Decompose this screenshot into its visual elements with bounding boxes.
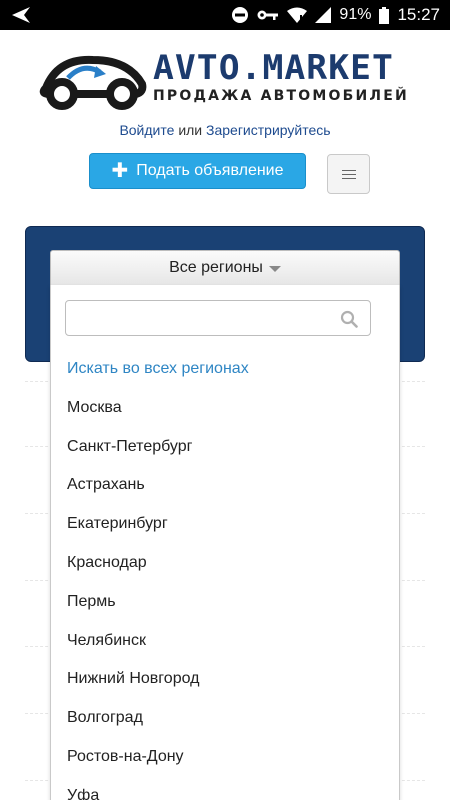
region-option[interactable]: Астрахань xyxy=(51,473,401,512)
region-option[interactable]: Санкт-Петербург xyxy=(51,435,401,474)
do-not-disturb-icon xyxy=(231,6,249,24)
page: 91% 15:27 AVTO.MARKET ПРОДАЖА АВТОМОБИЛЕ… xyxy=(0,0,450,800)
region-option[interactable]: Краснодар xyxy=(51,551,401,590)
region-dropdown-toggle[interactable]: Все регионы xyxy=(50,250,400,286)
plus-icon: ✚ xyxy=(111,160,129,182)
region-option-all[interactable]: Искать во всех регионах xyxy=(51,357,401,396)
region-option[interactable]: Уфа xyxy=(51,784,401,800)
region-option[interactable]: Екатеринбург xyxy=(51,512,401,551)
auth-or-text: или xyxy=(178,122,203,138)
auth-links: Войдите или Зарегистрируйтесь xyxy=(0,122,450,138)
login-link[interactable]: Войдите xyxy=(119,122,174,138)
post-ad-label: Подать объявление xyxy=(136,162,284,179)
key-icon xyxy=(257,8,279,22)
menu-button[interactable] xyxy=(327,154,370,194)
signal-icon xyxy=(315,7,332,23)
search-icon[interactable] xyxy=(340,310,358,328)
region-option[interactable]: Пермь xyxy=(51,590,401,629)
logo-subtitle: ПРОДАЖА АВТОМОБИЛЕЙ xyxy=(153,88,409,104)
logo-text: AVTO.MARKET ПРОДАЖА АВТОМОБИЛЕЙ xyxy=(153,48,418,104)
site-logo[interactable]: AVTO.MARKET ПРОДАЖА АВТОМОБИЛЕЙ xyxy=(38,48,418,114)
back-arrow-icon[interactable] xyxy=(10,5,34,25)
region-dropdown-menu: Искать во всех регионах Москва Санкт-Пет… xyxy=(50,285,400,800)
region-search-input[interactable] xyxy=(74,307,334,329)
caret-down-icon xyxy=(268,266,281,272)
clock: 15:27 xyxy=(397,5,440,24)
status-bar: 91% 15:27 xyxy=(0,0,450,30)
wifi-icon xyxy=(287,7,308,23)
region-option[interactable]: Москва xyxy=(51,396,401,435)
region-option[interactable]: Ростов-на-Дону xyxy=(51,745,401,784)
register-link[interactable]: Зарегистрируйтесь xyxy=(206,122,331,138)
region-option[interactable]: Нижний Новгород xyxy=(51,667,401,706)
region-selected-label: Все регионы xyxy=(169,259,263,276)
region-option[interactable]: Челябинск xyxy=(51,629,401,668)
status-icons: 91% 15:27 xyxy=(231,0,440,30)
region-option[interactable]: Волгоград xyxy=(51,706,401,745)
hamburger-icon xyxy=(341,169,356,179)
battery-percent: 91% xyxy=(339,6,372,23)
post-ad-button[interactable]: ✚ Подать объявление xyxy=(89,153,306,189)
region-options-list: Искать во всех регионах Москва Санкт-Пет… xyxy=(51,357,401,800)
logo-title: AVTO.MARKET xyxy=(153,48,394,88)
region-search-box[interactable] xyxy=(65,300,371,336)
battery-icon xyxy=(379,6,390,24)
car-logo-icon xyxy=(39,55,147,110)
